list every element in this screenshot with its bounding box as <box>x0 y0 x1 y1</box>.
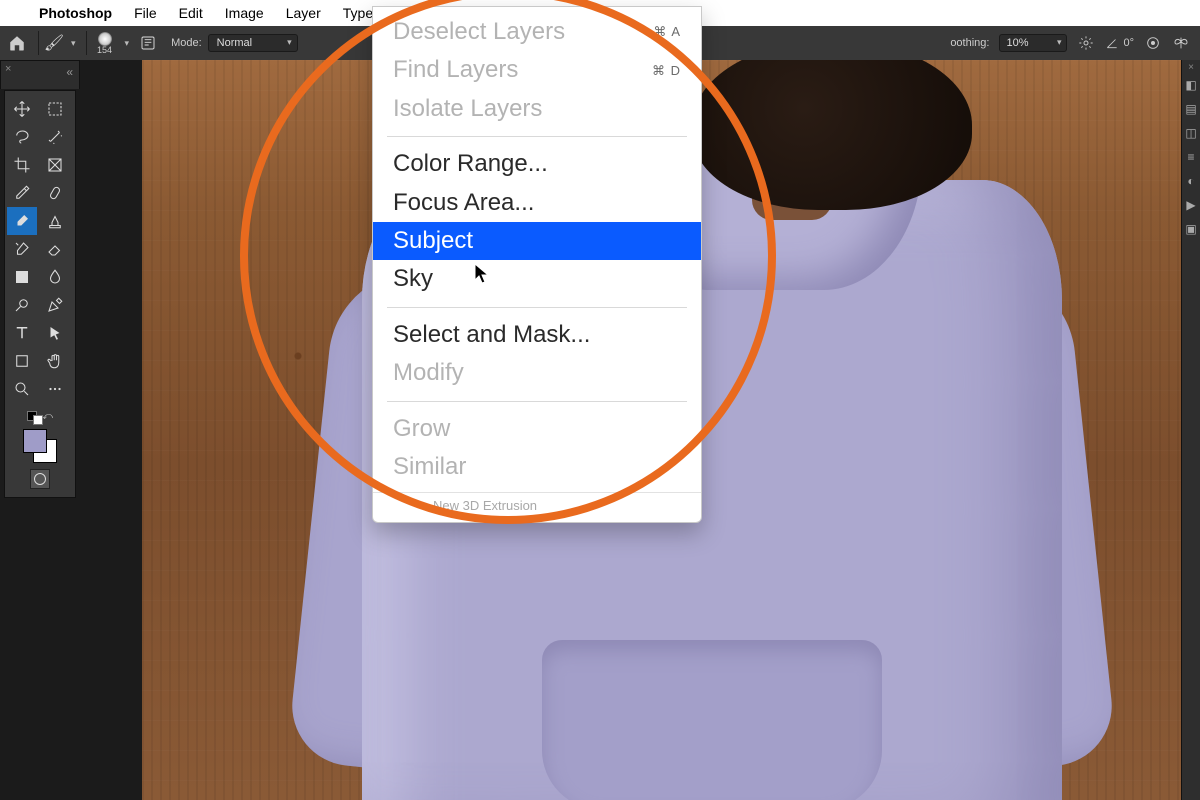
zoom-tool-icon[interactable] <box>7 375 37 403</box>
divider <box>86 31 87 55</box>
menu-app[interactable]: Photoshop <box>28 5 123 21</box>
eyedropper-tool-icon[interactable] <box>7 179 37 207</box>
move-tool-icon[interactable] <box>7 95 37 123</box>
home-icon[interactable] <box>0 26 34 60</box>
menu-item-color-range[interactable]: Color Range... <box>373 145 701 183</box>
lasso-tool-icon[interactable] <box>7 123 37 151</box>
menu-item-label: Color Range... <box>393 148 548 180</box>
type-tool-icon[interactable] <box>7 319 37 347</box>
menu-item-label: Modify <box>393 357 464 389</box>
right-panel-dock[interactable]: × ◧ ▤ ◫ ≡ ◐ ▶ ▣ <box>1181 60 1200 800</box>
tool-preset-caret-icon[interactable]: ▾ <box>65 38 82 49</box>
panel-icon[interactable]: ▤ <box>1182 97 1200 121</box>
history-brush-tool-icon[interactable] <box>7 235 37 263</box>
menu-layer[interactable]: Layer <box>275 5 332 21</box>
menu-item-label: New 3D Extrusion <box>433 498 537 513</box>
menu-item-label: Focus Area... <box>393 187 534 219</box>
rect-marquee-tool-icon[interactable] <box>40 95 70 123</box>
path-select-tool-icon[interactable] <box>40 319 70 347</box>
blend-mode-dropdown[interactable]: Normal <box>208 34 298 52</box>
pressure-opacity-icon[interactable] <box>1144 34 1162 52</box>
smoothing-value: 10% <box>1006 37 1028 49</box>
foreground-color-swatch[interactable] <box>23 429 47 453</box>
smoothing-dropdown[interactable]: 10% <box>999 34 1067 52</box>
workspace-gap <box>78 60 142 800</box>
dodge-tool-icon[interactable] <box>7 291 37 319</box>
angle-value: 0° <box>1123 37 1134 49</box>
menu-item-similar[interactable]: Similar <box>373 448 701 486</box>
brush-size-value: 154 <box>97 45 112 55</box>
brush-preview[interactable]: 154 <box>91 29 119 57</box>
menu-file[interactable]: File <box>123 5 168 21</box>
menu-item-select-and-mask[interactable]: Select and Mask... <box>373 316 701 354</box>
menu-item-isolate-layers[interactable]: Isolate Layers <box>373 90 701 128</box>
brush-tip-icon <box>98 32 112 46</box>
menu-separator <box>387 401 687 402</box>
healing-brush-tool-icon[interactable] <box>40 179 70 207</box>
default-colors-icon[interactable]: ⤺ <box>23 409 57 423</box>
eraser-tool-icon[interactable] <box>40 235 70 263</box>
gradient-tool-icon[interactable] <box>7 263 37 291</box>
panel-icon[interactable]: ◧ <box>1182 73 1200 97</box>
menu-item-label: Isolate Layers <box>393 93 542 125</box>
menu-edit[interactable]: Edit <box>168 5 214 21</box>
menu-item-find-layers[interactable]: Find Layers ⌘ D <box>373 51 701 89</box>
menu-item-label: Similar <box>393 451 466 483</box>
panel-icon[interactable]: ▣ <box>1182 217 1200 241</box>
pen-tool-icon[interactable] <box>40 291 70 319</box>
menu-item-sky[interactable]: Sky <box>373 260 701 298</box>
menu-item-focus-area[interactable]: Focus Area... <box>373 184 701 222</box>
brush-angle[interactable]: 0° <box>1105 36 1134 50</box>
edit-toolbar-icon[interactable] <box>40 375 70 403</box>
menu-item-grow[interactable]: Grow <box>373 410 701 448</box>
shortcut-label: ⌘ D <box>652 62 681 80</box>
panel-icon[interactable]: ▶ <box>1182 193 1200 217</box>
menu-item-subject[interactable]: Subject <box>373 222 701 260</box>
mode-label: Mode: <box>171 37 202 49</box>
panel-close-icon[interactable]: × <box>1182 60 1200 73</box>
menu-item-label: Subject <box>393 225 473 257</box>
frame-tool-icon[interactable] <box>40 151 70 179</box>
panel-icon[interactable]: ◐ <box>1182 169 1200 193</box>
shape-tool-icon[interactable] <box>7 347 37 375</box>
brush-panel-icon[interactable] <box>139 34 157 52</box>
panel-icon[interactable]: ◫ <box>1182 121 1200 145</box>
blur-tool-icon[interactable] <box>40 263 70 291</box>
smoothing-gear-icon[interactable] <box>1077 34 1095 52</box>
divider <box>38 31 39 55</box>
menu-item-new-3d-extrusion[interactable]: New 3D Extrusion <box>373 492 701 516</box>
magic-wand-tool-icon[interactable] <box>40 123 70 151</box>
select-menu-dropdown: Deselect Layers ⌘ A Find Layers ⌘ D Isol… <box>372 6 702 523</box>
shortcut-label: ⌘ A <box>653 23 681 41</box>
tools-panel: ⤺ <box>0 90 80 498</box>
menu-item-label: Sky <box>393 263 433 295</box>
panel-icon[interactable]: ≡ <box>1182 145 1200 169</box>
smoothing-label: oothing: <box>950 37 989 49</box>
tools-panel-header[interactable] <box>0 60 80 89</box>
symmetry-butterfly-icon[interactable] <box>1172 34 1190 52</box>
menu-item-label: Grow <box>393 413 450 445</box>
brush-picker-caret-icon[interactable]: ▾ <box>119 38 136 49</box>
menu-item-label: Deselect Layers <box>393 16 565 48</box>
menu-item-deselect-layers[interactable]: Deselect Layers ⌘ A <box>373 13 701 51</box>
brush-tool-icon[interactable]: 🖌 <box>43 33 65 53</box>
quick-mask-icon[interactable] <box>7 469 73 489</box>
menu-separator <box>387 136 687 137</box>
blend-mode-value: Normal <box>217 37 252 49</box>
clone-stamp-tool-icon[interactable] <box>40 207 70 235</box>
hand-tool-icon[interactable] <box>40 347 70 375</box>
menu-item-modify[interactable]: Modify <box>373 354 701 392</box>
crop-tool-icon[interactable] <box>7 151 37 179</box>
color-swatches[interactable] <box>23 429 57 463</box>
menu-item-label: Find Layers <box>393 54 518 86</box>
menu-image[interactable]: Image <box>214 5 275 21</box>
menu-item-label: Select and Mask... <box>393 319 590 351</box>
brush-tool-icon[interactable] <box>7 207 37 235</box>
menu-separator <box>387 307 687 308</box>
